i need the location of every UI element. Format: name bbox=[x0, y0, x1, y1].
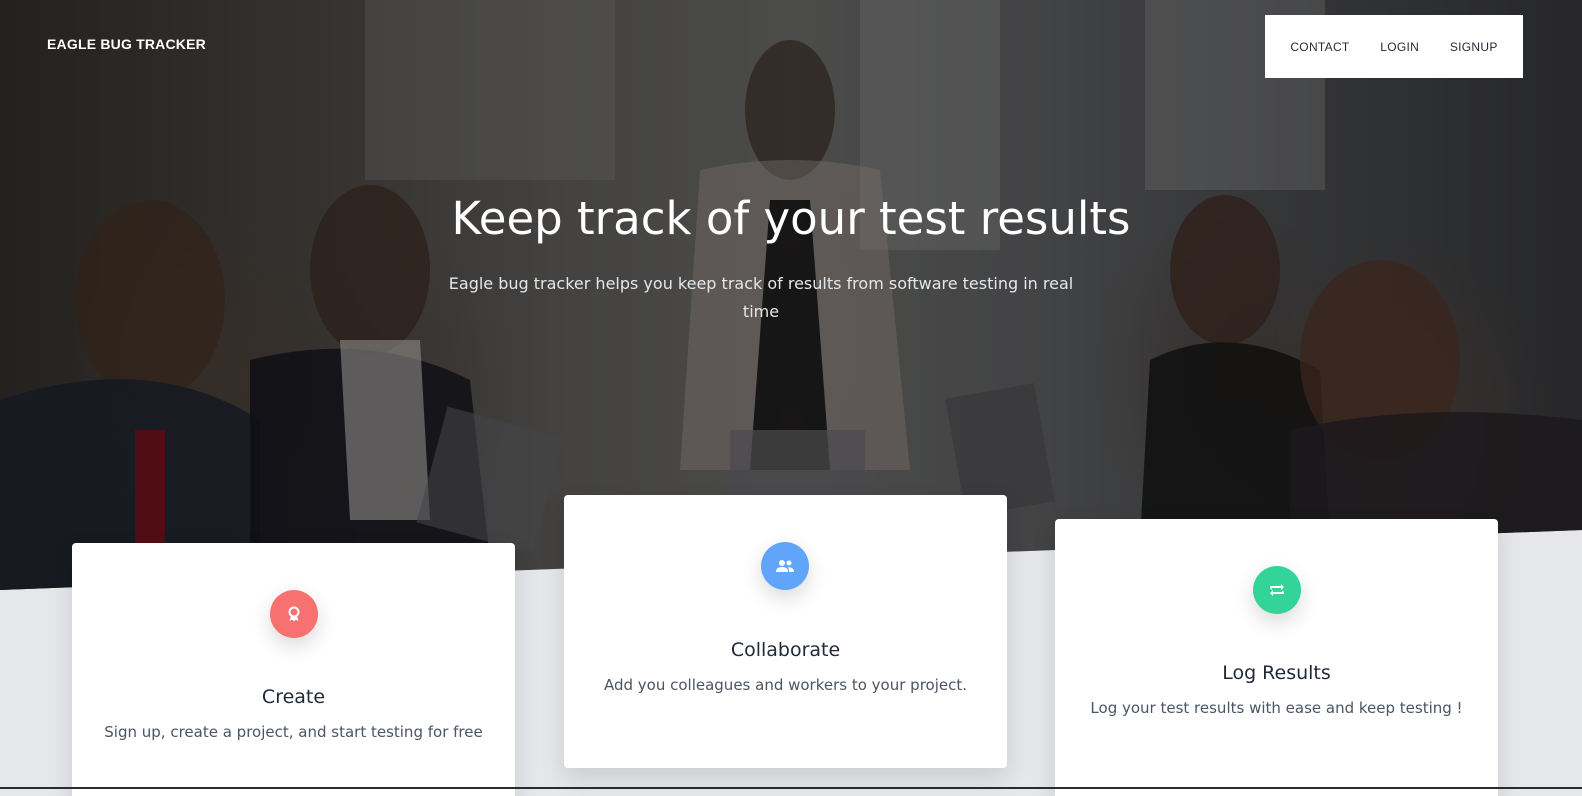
hero-title: Keep track of your test results bbox=[451, 192, 1131, 245]
card-title-create: Create bbox=[261, 686, 326, 708]
feature-card-collaborate: Collaborate Add you colleagues and worke… bbox=[564, 495, 1007, 768]
card-text-create: Sign up, create a project, and start tes… bbox=[104, 723, 483, 741]
card-text-log-results: Log your test results with ease and keep… bbox=[1090, 699, 1463, 717]
nav-contact-link[interactable]: CONTACT bbox=[1290, 40, 1349, 54]
card-title-collaborate: Collaborate bbox=[730, 639, 841, 661]
brand-logo[interactable]: EAGLE BUG TRACKER bbox=[47, 36, 206, 52]
retweet-icon bbox=[1253, 566, 1301, 614]
page-bottom-border bbox=[0, 787, 1582, 789]
feature-card-log-results: Log Results Log your test results with e… bbox=[1055, 519, 1498, 796]
hero-subtitle: Eagle bug tracker helps you keep track o… bbox=[448, 274, 1074, 321]
nav-login-link[interactable]: LOGIN bbox=[1380, 40, 1419, 54]
users-icon bbox=[761, 542, 809, 590]
award-icon bbox=[270, 590, 318, 638]
card-text-collaborate: Add you colleagues and workers to your p… bbox=[603, 676, 968, 694]
card-title-log-results: Log Results bbox=[1222, 662, 1331, 684]
nav-signup-link[interactable]: SIGNUP bbox=[1450, 40, 1498, 54]
feature-card-create: Create Sign up, create a project, and st… bbox=[72, 543, 515, 796]
top-nav: CONTACT LOGIN SIGNUP bbox=[1265, 15, 1523, 78]
